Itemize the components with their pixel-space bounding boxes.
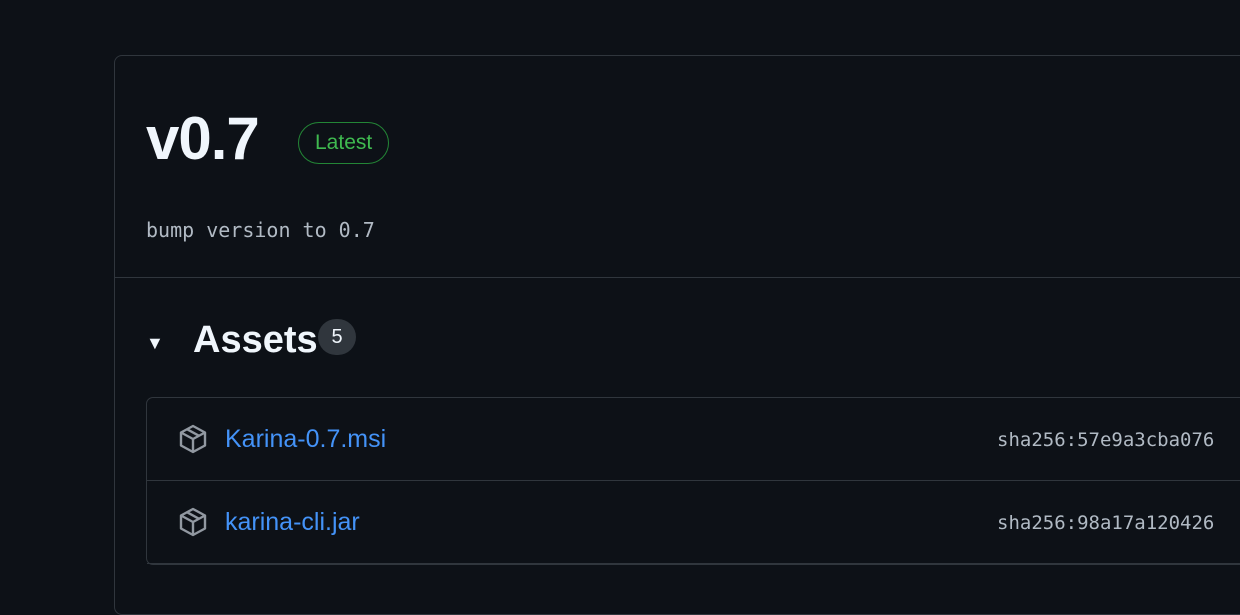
assets-title: Assets — [193, 319, 318, 361]
release-version[interactable]: v0.7 — [146, 104, 260, 174]
release-header: v0.7 Latest bump version to 0.7 — [115, 56, 1240, 278]
asset-row: karina-cli.jar sha256:98a17a120426 — [147, 481, 1240, 564]
asset-link[interactable]: Karina-0.7.msi — [225, 423, 386, 455]
caret-down-icon: ▼ — [146, 333, 164, 353]
package-icon — [179, 424, 207, 454]
package-icon — [179, 507, 207, 537]
latest-badge: Latest — [298, 122, 390, 164]
assets-count-badge: 5 — [318, 319, 356, 355]
commit-message: bump version to 0.7 — [146, 218, 375, 242]
asset-link[interactable]: karina-cli.jar — [225, 506, 360, 538]
assets-toggle[interactable]: ▼ Assets 5 — [115, 306, 1240, 376]
assets-list: Karina-0.7.msi sha256:57e9a3cba076 karin… — [146, 397, 1240, 565]
asset-sha[interactable]: sha256:98a17a120426 — [997, 509, 1214, 537]
asset-row: Karina-0.7.msi sha256:57e9a3cba076 — [147, 398, 1240, 481]
asset-sha[interactable]: sha256:57e9a3cba076 — [997, 426, 1214, 454]
